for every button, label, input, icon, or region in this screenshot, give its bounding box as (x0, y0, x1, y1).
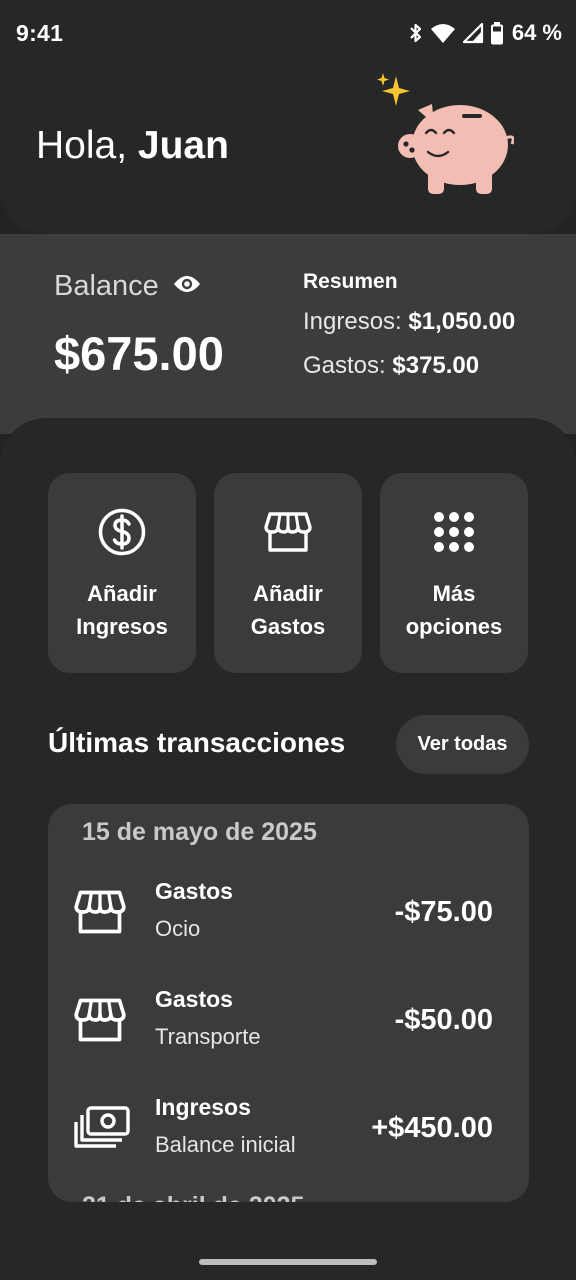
apps-grid-icon (433, 507, 475, 557)
transaction-amount: +$450.00 (371, 1112, 493, 1144)
transaction-date-header: 15 de mayo de 2025 (82, 818, 317, 846)
storefront-icon (74, 888, 126, 941)
summary-title: Resumen (303, 270, 398, 293)
expenses-label: Gastos: (303, 352, 393, 379)
income-label: Ingresos: (303, 308, 409, 335)
transaction-category: Ingresos (155, 1094, 251, 1120)
balance-label: Balance (54, 270, 159, 302)
greeting: Hola, Juan (36, 124, 229, 168)
add-income-label: Añadir Ingresos (76, 581, 168, 639)
bluetooth-icon (408, 22, 424, 44)
battery-percent: 64 % (511, 20, 562, 45)
view-all-button[interactable]: Ver todas (396, 715, 529, 774)
status-bar: 9:41 64 % (0, 0, 576, 68)
income-summary: Ingresos: $1,050.00 (303, 308, 515, 336)
expenses-summary: Gastos: $375.00 (303, 352, 515, 380)
more-options-button[interactable]: Más opciones (380, 473, 528, 673)
wifi-icon (430, 22, 456, 44)
add-expense-button[interactable]: Añadir Gastos (214, 473, 362, 673)
storefront-icon (264, 507, 312, 557)
transaction-description: Balance inicial (155, 1132, 296, 1157)
dollar-circle-icon (97, 507, 147, 557)
eye-icon[interactable] (173, 274, 201, 299)
storefront-icon (74, 996, 126, 1049)
transaction-amount: -$75.00 (394, 896, 493, 928)
transaction-category: Gastos (155, 878, 233, 904)
home-indicator[interactable] (199, 1259, 377, 1265)
transactions-list[interactable]: 15 de mayo de 2025 Gastos Ocio -$75.00 G… (48, 804, 529, 1202)
piggy-bank-icon (374, 72, 515, 203)
transaction-date-header: 21 de abril de 2025 (82, 1192, 304, 1202)
transaction-amount: -$50.00 (394, 1004, 493, 1036)
transaction-row[interactable]: Gastos Ocio -$75.00 (48, 878, 529, 958)
greeting-prefix: Hola, (36, 124, 138, 167)
more-options-label: Más opciones (405, 581, 503, 639)
transaction-description: Transporte (155, 1024, 261, 1049)
user-name: Juan (137, 124, 229, 167)
summary: Resumen Ingresos: $1,050.00 Gastos: $375… (303, 270, 515, 380)
expenses-value: $375.00 (392, 352, 480, 379)
add-income-button[interactable]: Añadir Ingresos (48, 473, 196, 673)
cell-signal-icon (462, 22, 484, 44)
transactions-title: Últimas transacciones (48, 727, 346, 758)
transaction-category: Gastos (155, 986, 233, 1012)
balance-label-row: Balance (54, 270, 201, 303)
add-expense-label: Añadir Gastos (250, 581, 326, 639)
transaction-description: Ocio (155, 916, 201, 941)
income-value: $1,050.00 (408, 308, 516, 335)
status-icons: 64 % (408, 20, 562, 46)
battery-icon (490, 21, 504, 45)
transaction-row[interactable]: Gastos Transporte -$50.00 (48, 986, 529, 1066)
balance-amount: $675.00 (54, 327, 224, 380)
transaction-row[interactable]: Ingresos Balance inicial +$450.00 (48, 1094, 529, 1174)
money-stack-icon (74, 1104, 130, 1157)
home-screen: 9:41 64 % Hola, Juan Balance $675.00 Res… (0, 0, 576, 1280)
status-time: 9:41 (16, 20, 64, 46)
